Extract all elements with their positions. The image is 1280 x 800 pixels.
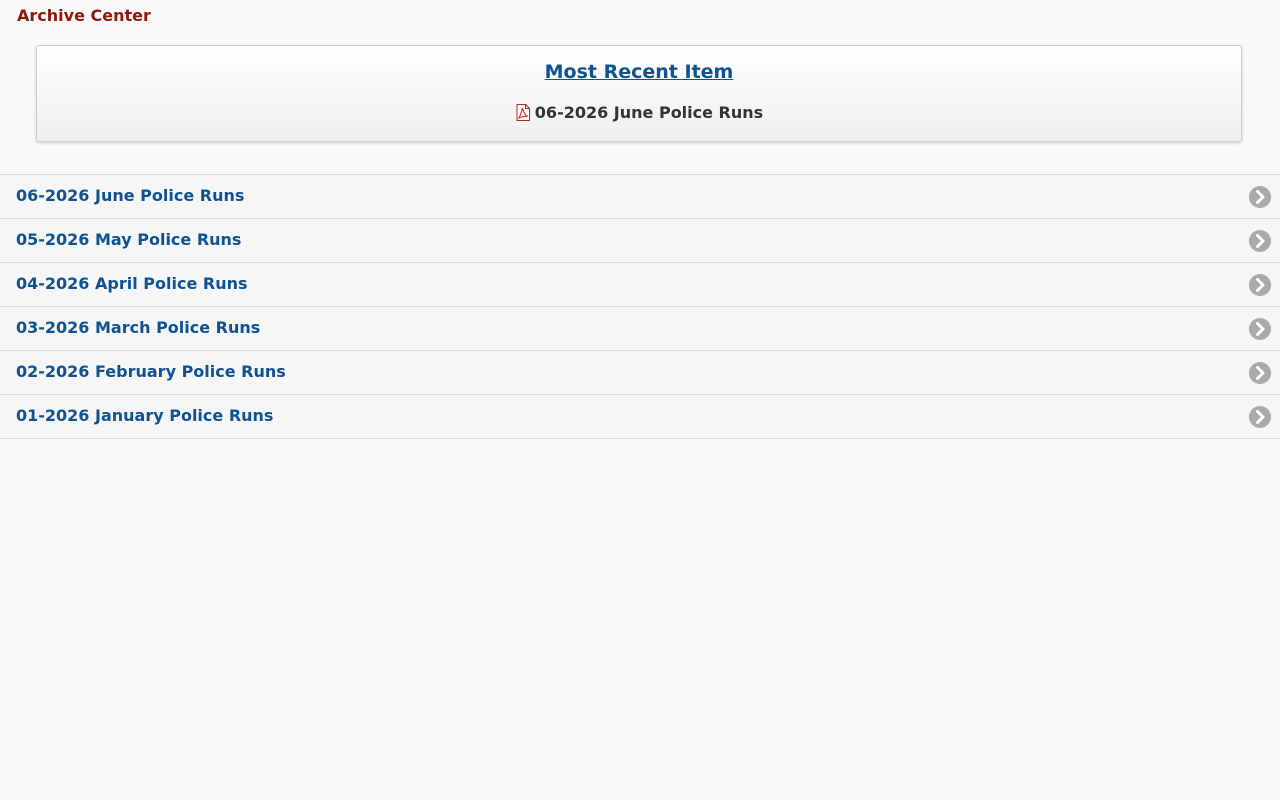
archive-item-label: 02-2026 February Police Runs [16,362,286,381]
pdf-icon [515,104,531,126]
most-recent-heading-link[interactable]: Most Recent Item [37,60,1241,84]
archive-list-item[interactable]: 04-2026 April Police Runs [0,263,1280,307]
chevron-right-circle-icon [1249,406,1271,428]
most-recent-item-link[interactable]: 06-2026 June Police Runs [37,103,1241,126]
archive-item-label: 01-2026 January Police Runs [16,406,274,425]
archive-item-label: 03-2026 March Police Runs [16,318,261,337]
chevron-right-circle-icon [1249,274,1271,296]
chevron-right-circle-icon [1249,318,1271,340]
archive-item-label: 04-2026 April Police Runs [16,274,248,293]
chevron-right-circle-icon [1249,230,1271,252]
chevron-right-circle-icon [1249,362,1271,384]
most-recent-item-label: 06-2026 June Police Runs [534,103,764,122]
chevron-right-circle-icon [1249,186,1271,208]
archive-list-item[interactable]: 03-2026 March Police Runs [0,307,1280,351]
archive-list-item[interactable]: 05-2026 May Police Runs [0,219,1280,263]
archive-list-item[interactable]: 06-2026 June Police Runs [0,175,1280,219]
archive-list: 06-2026 June Police Runs 05-2026 May Pol… [0,174,1280,439]
archive-list-item[interactable]: 01-2026 January Police Runs [0,395,1280,439]
most-recent-card: Most Recent Item 06-2026 June Police Run… [36,45,1242,142]
archive-item-label: 06-2026 June Police Runs [16,186,245,205]
page-title: Archive Center [17,6,151,25]
archive-list-item[interactable]: 02-2026 February Police Runs [0,351,1280,395]
archive-item-label: 05-2026 May Police Runs [16,230,242,249]
